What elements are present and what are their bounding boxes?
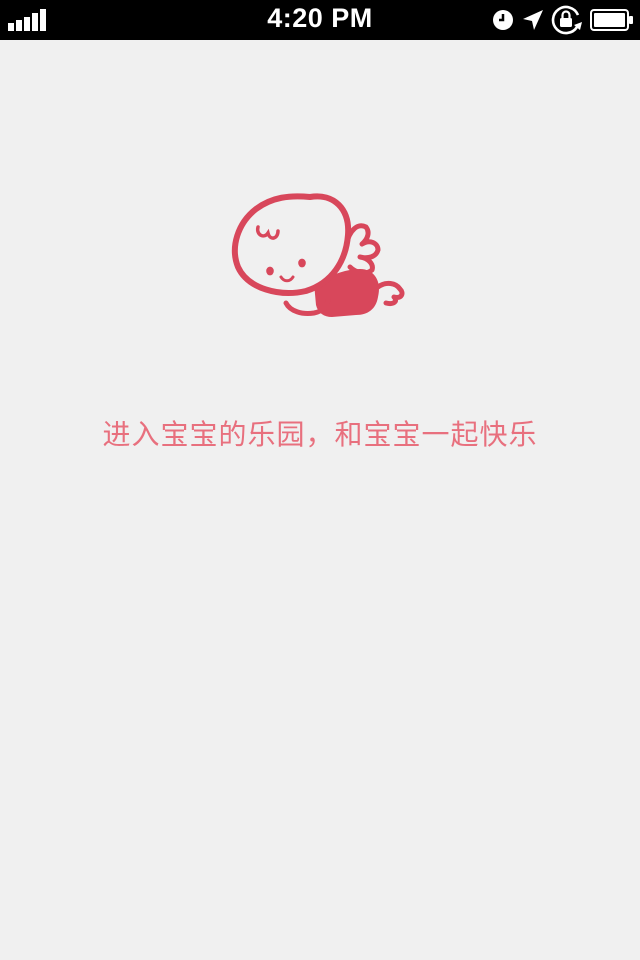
main-content: 进入宝宝的乐园，和宝宝一起快乐 xyxy=(0,40,640,960)
status-time: 4:20 PM xyxy=(267,3,373,33)
battery-icon xyxy=(590,9,633,31)
rotation-lock-icon xyxy=(551,5,582,35)
status-bar: 4:20 PM xyxy=(0,0,640,40)
location-arrow-icon xyxy=(523,10,543,30)
welcome-tagline: 进入宝宝的乐园，和宝宝一起快乐 xyxy=(102,418,538,451)
crawling-baby-angel-icon xyxy=(231,193,405,317)
alarm-clock-icon xyxy=(493,10,513,30)
